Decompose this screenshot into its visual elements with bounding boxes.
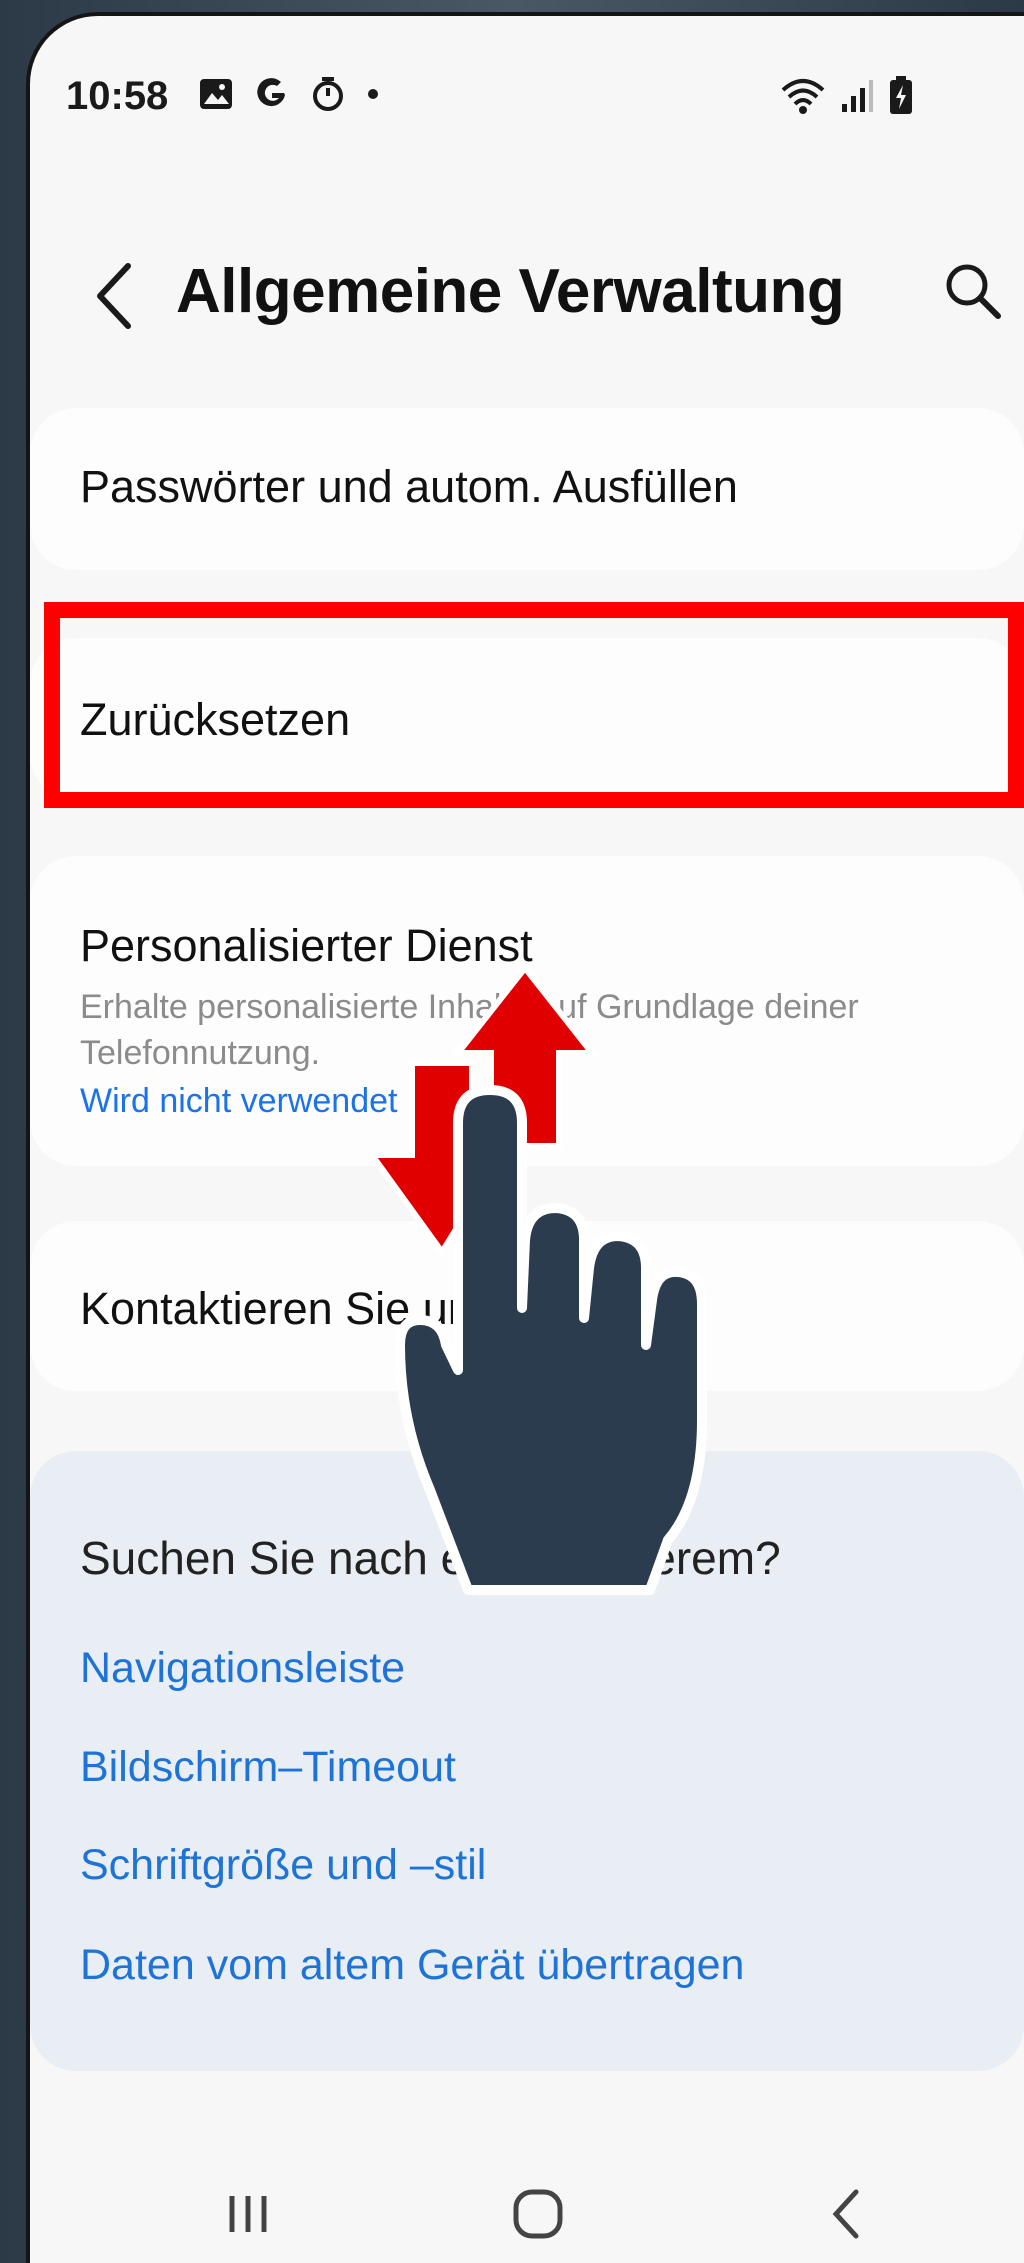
search-icon bbox=[946, 264, 1001, 319]
wifi-icon bbox=[781, 79, 825, 114]
recents-icon bbox=[229, 2196, 267, 2232]
back-button[interactable] bbox=[82, 254, 142, 334]
setting-personalized-title: Personalisierter Dienst bbox=[80, 920, 533, 971]
gallery-icon bbox=[200, 79, 232, 109]
setting-contact-us[interactable]: Kontaktieren Sie uns bbox=[30, 1221, 1024, 1391]
recents-button[interactable] bbox=[218, 2184, 278, 2244]
suggestions-panel: Suchen Sie nach etwas anderem? Navigatio… bbox=[30, 1451, 1024, 2071]
setting-passwords[interactable]: Passwörter und autom. Ausfüllen bbox=[30, 408, 1024, 570]
setting-personalized-subtitle: Erhalte personalisierte Inhalte auf Grun… bbox=[80, 988, 859, 1072]
timer-icon bbox=[313, 77, 343, 111]
back-icon bbox=[832, 2189, 859, 2239]
suggestion-link-screen-timeout[interactable]: Bildschirm–Timeout bbox=[80, 1743, 456, 1792]
suggestion-link-font-size[interactable]: Schriftgröße und –stil bbox=[80, 1841, 486, 1890]
status-time: 10:58 bbox=[66, 74, 169, 118]
battery-icon bbox=[890, 76, 912, 114]
nav-back-button[interactable] bbox=[818, 2184, 878, 2244]
chevron-left-icon bbox=[97, 263, 131, 329]
suggestions-heading: Suchen Sie nach etwas anderem? bbox=[80, 1532, 781, 1584]
setting-contact-title: Kontaktieren Sie uns bbox=[80, 1283, 496, 1334]
setting-personalized-status: Wird nicht verwendet bbox=[80, 1082, 398, 1120]
setting-passwords-title: Passwörter und autom. Ausfüllen bbox=[80, 461, 738, 512]
suggestion-link-navigation-bar[interactable]: Navigationsleiste bbox=[80, 1644, 405, 1693]
home-icon bbox=[513, 2189, 563, 2239]
setting-personalized-service[interactable]: Personalisierter Dienst Erhalte personal… bbox=[30, 856, 1024, 1166]
page-title: Allgemeine Verwaltung bbox=[176, 257, 845, 326]
google-icon bbox=[257, 78, 285, 107]
suggestion-link-data-transfer[interactable]: Daten vom altem Gerät übertragen bbox=[80, 1941, 744, 1990]
dot-icon bbox=[368, 89, 378, 99]
signal-icon bbox=[842, 80, 873, 112]
status-bar: 10:58 bbox=[66, 62, 1024, 142]
app-header: Allgemeine Verwaltung bbox=[30, 234, 1024, 354]
navigation-bar bbox=[30, 2166, 1024, 2263]
search-button[interactable] bbox=[940, 258, 1006, 324]
phone-screen: 10:58 Allgemeine Verwaltung Passwörter u… bbox=[26, 12, 1024, 2263]
highlight-box bbox=[44, 602, 1024, 808]
home-button[interactable] bbox=[508, 2184, 568, 2244]
